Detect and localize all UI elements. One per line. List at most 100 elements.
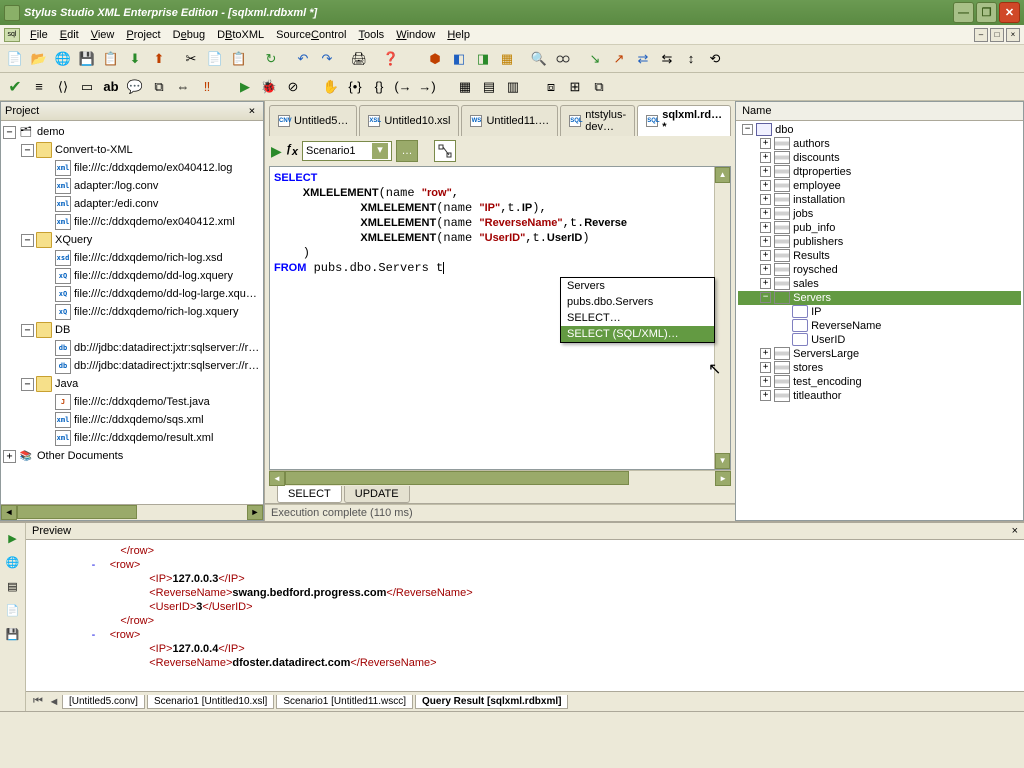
schema-node[interactable]: ReverseName	[738, 319, 1021, 333]
run-icon[interactable]: ▶	[234, 76, 256, 98]
schema-node[interactable]: +installation	[738, 193, 1021, 207]
editor-hscroll[interactable]: ◄►	[269, 470, 731, 486]
tab-nav-first[interactable]: ⏮	[30, 695, 46, 708]
inner-close[interactable]: ×	[1006, 28, 1020, 42]
doctab[interactable]: SQLntstylus-dev…	[560, 105, 635, 136]
menu-view[interactable]: View	[85, 27, 121, 43]
split-icon[interactable]: ⧉	[148, 76, 170, 98]
menu-file[interactable]: File	[24, 27, 54, 43]
pv-run-icon[interactable]: ▶	[4, 529, 22, 547]
undo-icon[interactable]: ↶	[292, 48, 314, 70]
sc4-icon[interactable]: ⇆	[656, 48, 678, 70]
pv-text-icon[interactable]: 📄	[4, 601, 22, 619]
paste-icon[interactable]: 📋	[228, 48, 250, 70]
diagram-icon[interactable]	[434, 140, 456, 162]
schema-node[interactable]: +roysched	[738, 263, 1021, 277]
excl-icon[interactable]: ‼	[196, 76, 218, 98]
bp5-icon[interactable]: →)	[416, 76, 438, 98]
preview-tab[interactable]: Scenario1 [Untitled10.xsl]	[147, 695, 274, 709]
schema-node[interactable]: +pub_info	[738, 221, 1021, 235]
help-icon[interactable]: ❓	[380, 48, 402, 70]
schema-node[interactable]: +sales	[738, 277, 1021, 291]
inner-minimize[interactable]: –	[974, 28, 988, 42]
menu-edit[interactable]: Edit	[54, 27, 85, 43]
block-icon[interactable]: ▭	[76, 76, 98, 98]
stop-icon[interactable]: ⊘	[282, 76, 304, 98]
copy2-icon[interactable]: 📄	[204, 48, 226, 70]
scenario-options-icon[interactable]: …	[396, 140, 418, 162]
text-icon[interactable]: ab	[100, 76, 122, 98]
schema-node[interactable]: +employee	[738, 179, 1021, 193]
menu-tools[interactable]: Tools	[353, 27, 391, 43]
editor-vscroll[interactable]: ▲▼	[714, 167, 730, 469]
compare-icon[interactable]: ⇔	[172, 76, 194, 98]
schema-node[interactable]: IP	[738, 305, 1021, 319]
project-hscroll[interactable]: ◄►	[1, 504, 263, 520]
redo-icon[interactable]: ↷	[316, 48, 338, 70]
autocomplete-popup[interactable]: Serverspubs.dbo.ServersSELECT…SELECT (SQ…	[560, 277, 715, 343]
comment-icon[interactable]: 💬	[124, 76, 146, 98]
win3-icon[interactable]: ⧉	[588, 76, 610, 98]
tag-icon[interactable]: ⟨⟩	[52, 76, 74, 98]
sc2-icon[interactable]: ↗	[608, 48, 630, 70]
expand-icon[interactable]: −	[3, 126, 16, 139]
win2-icon[interactable]: ⊞	[564, 76, 586, 98]
preview-tab[interactable]: [Untitled5.conv]	[62, 695, 145, 709]
autocomplete-item[interactable]: pubs.dbo.Servers	[561, 294, 714, 310]
schema-node[interactable]: +test_encoding	[738, 375, 1021, 389]
close-button[interactable]: ✕	[999, 2, 1020, 23]
minimize-button[interactable]: —	[953, 2, 974, 23]
doctab[interactable]: XSLUntitled10.xsl	[359, 105, 459, 136]
copy-icon[interactable]: 📋	[100, 48, 122, 70]
pv-tree-icon[interactable]: ▤	[4, 577, 22, 595]
doctab[interactable]: SQLsqlxml.rd…*	[637, 105, 731, 136]
preview-close-icon[interactable]: ×	[1012, 525, 1018, 537]
schema-tree[interactable]: −dbo+authors+discounts+dtproperties+empl…	[736, 121, 1023, 520]
autocomplete-item[interactable]: SELECT…	[561, 310, 714, 326]
check-icon[interactable]: ✔	[4, 76, 26, 98]
schema-node[interactable]: +jobs	[738, 207, 1021, 221]
import-icon[interactable]: ⬇	[124, 48, 146, 70]
panel-close-icon[interactable]: ×	[245, 104, 259, 118]
menu-dbtoxml[interactable]: DBtoXML	[211, 27, 270, 43]
bp1-icon[interactable]: ✋	[320, 76, 342, 98]
schema-node[interactable]: +authors	[738, 137, 1021, 151]
menu-debug[interactable]: Debug	[167, 27, 211, 43]
preview-body[interactable]: </row> - <row> <IP>127.0.0.3</IP> <Rever…	[26, 540, 1024, 691]
menu-help[interactable]: Help	[441, 27, 476, 43]
schema-node[interactable]: +stores	[738, 361, 1021, 375]
tool-a-icon[interactable]: ⬢	[424, 48, 446, 70]
schema-node[interactable]: +publishers	[738, 235, 1021, 249]
schema-node[interactable]: +dtproperties	[738, 165, 1021, 179]
menu-sourcecontrol[interactable]: SourceControl	[270, 27, 352, 43]
bottom-tab[interactable]: SELECT	[277, 486, 342, 503]
win1-icon[interactable]: ⧈	[540, 76, 562, 98]
preview-tab[interactable]: Scenario1 [Untitled11.wscc]	[276, 695, 413, 709]
indent-icon[interactable]: ≡	[28, 76, 50, 98]
cut-icon[interactable]: ✂	[180, 48, 202, 70]
bp3-icon[interactable]: {}	[368, 76, 390, 98]
new-icon[interactable]: 📄	[4, 48, 26, 70]
tab-nav-prev[interactable]: ◄	[46, 696, 62, 708]
inner-restore[interactable]: □	[990, 28, 1004, 42]
preview-tab[interactable]: Query Result [sqlxml.rdbxml]	[415, 695, 568, 709]
tool-d-icon[interactable]: ▦	[496, 48, 518, 70]
scenario-combo[interactable]: Scenario1▾	[302, 141, 392, 161]
sc5-icon[interactable]: ↕	[680, 48, 702, 70]
bp4-icon[interactable]: (→	[392, 76, 414, 98]
maximize-button[interactable]: ❐	[976, 2, 997, 23]
save-icon[interactable]: 💾	[76, 48, 98, 70]
fx-icon[interactable]: ƒx	[286, 143, 298, 158]
sc6-icon[interactable]: ⟲	[704, 48, 726, 70]
menu-window[interactable]: Window	[390, 27, 441, 43]
schema-node[interactable]: +ServersLarge	[738, 347, 1021, 361]
grid1-icon[interactable]: ▦	[454, 76, 476, 98]
pv-save-icon[interactable]: 💾	[4, 625, 22, 643]
print-icon[interactable]: 🖨	[348, 48, 370, 70]
open-url-icon[interactable]: 🌐	[52, 48, 74, 70]
schema-node[interactable]: UserID	[738, 333, 1021, 347]
pv-browser-icon[interactable]: 🌐	[4, 553, 22, 571]
tool-c-icon[interactable]: ◨	[472, 48, 494, 70]
autocomplete-item[interactable]: Servers	[561, 278, 714, 294]
bug-icon[interactable]: 🐞	[258, 76, 280, 98]
